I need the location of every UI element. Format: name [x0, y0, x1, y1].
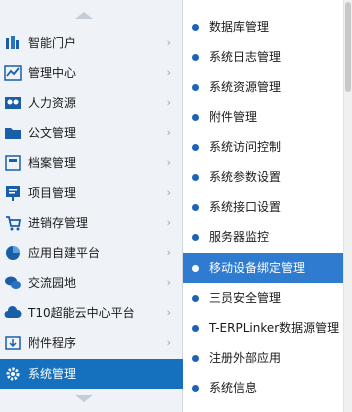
- sidebar-item-management-center[interactable]: 管理中心 ›: [0, 58, 183, 88]
- chevron-right-icon: ›: [166, 216, 171, 229]
- sidebar-item-portal[interactable]: 智能门户 ›: [0, 28, 183, 58]
- submenu-item-label: 数据库管理: [209, 20, 270, 34]
- project-icon: [6, 186, 20, 201]
- sidebar-item-archives[interactable]: 档案管理 ›: [0, 148, 183, 178]
- archive-icon: [5, 155, 21, 171]
- sidebar-item-cloud-center[interactable]: T10超能云中心平台 ›: [0, 298, 183, 328]
- submenu-item-label: 系统参数设置: [209, 170, 282, 184]
- submenu-item-attachments[interactable]: 附件管理: [183, 102, 343, 132]
- sidebar-item-accessories[interactable]: 附件程序 ›: [0, 328, 183, 358]
- submenu-item-label: 系统日志管理: [209, 50, 282, 64]
- submenu-item-label: 附件管理: [209, 110, 258, 124]
- submenu-item-three-member-security[interactable]: 三员安全管理: [183, 283, 343, 313]
- cloud-icon: [4, 305, 22, 318]
- bullet-icon: [192, 204, 199, 211]
- chevron-right-icon: ›: [166, 156, 171, 169]
- sidebar-item-label: 系统管理: [28, 367, 77, 381]
- submenu-item-label: 注册外部应用: [209, 351, 282, 365]
- sidebar-item-label: 人力资源: [28, 96, 77, 110]
- submenu-item-label: 三员安全管理: [209, 291, 282, 305]
- bullet-icon: [192, 265, 199, 272]
- submenu-item-database[interactable]: 数据库管理: [183, 12, 343, 42]
- bullet-icon: [192, 24, 199, 31]
- inventory-icon: [6, 216, 22, 231]
- submenu-item-system-resources[interactable]: 系统资源管理: [183, 72, 343, 102]
- bullet-icon: [192, 355, 199, 362]
- chevron-right-icon: ›: [166, 276, 171, 289]
- bullet-icon: [192, 84, 199, 91]
- sidebar-item-label: 应用自建平台: [28, 246, 101, 260]
- chevron-right-icon: ›: [166, 246, 171, 259]
- sidebar-item-projects[interactable]: 项目管理 ›: [0, 178, 183, 208]
- submenu-item-interface-settings[interactable]: 系统接口设置: [183, 192, 343, 222]
- sidebar-item-label: 档案管理: [28, 156, 77, 170]
- chevron-right-icon: ›: [166, 186, 171, 199]
- bullet-icon: [192, 295, 199, 302]
- sidebar-item-label: 管理中心: [28, 66, 77, 80]
- scroll-down-icon[interactable]: [75, 395, 93, 402]
- sidebar-item-system-management[interactable]: 系统管理: [0, 359, 183, 389]
- scrollbar-thumb[interactable]: [345, 2, 351, 92]
- chart-icon: [4, 65, 22, 81]
- submenu-item-label: 移动设备绑定管理: [209, 261, 306, 275]
- chevron-right-icon: ›: [166, 126, 171, 139]
- sidebar-item-label: 公文管理: [28, 126, 77, 140]
- submenu-item-access-control[interactable]: 系统访问控制: [183, 132, 343, 162]
- chevron-right-icon: ›: [166, 96, 171, 109]
- submenu-item-label: 系统信息: [209, 381, 258, 395]
- submenu-panel: 数据库管理 系统日志管理 系统资源管理 附件管理 系统访问控制 系统参数设置 系…: [183, 0, 352, 412]
- bullet-icon: [192, 234, 199, 241]
- folder-icon: [5, 128, 21, 139]
- sidebar-item-label: 附件程序: [28, 336, 77, 350]
- chevron-right-icon: ›: [166, 66, 171, 79]
- bullet-icon: [192, 114, 199, 121]
- chevron-right-icon: ›: [166, 36, 171, 49]
- submenu-item-mobile-binding[interactable]: 移动设备绑定管理: [183, 253, 343, 283]
- sidebar-item-label: 智能门户: [28, 36, 77, 50]
- submenu-item-label: 系统资源管理: [209, 80, 282, 94]
- sidebar-item-inventory[interactable]: 进销存管理 ›: [0, 208, 183, 238]
- gear-icon: [6, 367, 20, 381]
- portal-icon: [6, 36, 19, 49]
- chevron-right-icon: ›: [166, 336, 171, 349]
- bullet-icon: [192, 174, 199, 181]
- submenu-item-label: 系统访问控制: [209, 140, 282, 154]
- submenu-item-server-monitor[interactable]: 服务器监控: [183, 222, 343, 252]
- bullet-icon: [192, 144, 199, 151]
- submenu-item-system-params[interactable]: 系统参数设置: [183, 162, 343, 192]
- sidebar-item-label: 交流园地: [28, 276, 77, 290]
- chevron-right-icon: ›: [166, 306, 171, 319]
- submenu-item-erplinker[interactable]: T-ERPLinker数据源管理: [183, 313, 343, 343]
- submenu-item-label: 系统接口设置: [209, 200, 282, 214]
- sidebar-item-label: T10超能云中心平台: [28, 306, 135, 320]
- main-sidebar: 智能门户 › 管理中心 › 人力资源 › 公文管理 › 档案管理 › 项目管理 …: [0, 0, 183, 412]
- sidebar-item-label: 进销存管理: [28, 216, 89, 230]
- sidebar-item-label: 项目管理: [28, 186, 77, 200]
- bullet-icon: [192, 54, 199, 61]
- sidebar-item-app-platform[interactable]: 应用自建平台 ›: [0, 238, 183, 268]
- chat-icon: [5, 276, 21, 289]
- submenu-item-system-info[interactable]: 系统信息: [183, 373, 343, 403]
- submenu-scrollbar[interactable]: [343, 0, 352, 412]
- submenu-item-label: 服务器监控: [209, 230, 270, 244]
- bullet-icon: [192, 385, 199, 392]
- sidebar-item-forum[interactable]: 交流园地 ›: [0, 268, 183, 298]
- pie-icon: [6, 246, 20, 260]
- attachment-icon: [5, 336, 21, 350]
- bullet-icon: [192, 325, 199, 332]
- sidebar-item-documents[interactable]: 公文管理 ›: [0, 118, 183, 148]
- submenu-item-label: T-ERPLinker数据源管理: [209, 321, 340, 335]
- scroll-up-icon[interactable]: [75, 12, 93, 19]
- sidebar-item-hr[interactable]: 人力资源 ›: [0, 88, 183, 118]
- submenu-item-external-apps[interactable]: 注册外部应用: [183, 343, 343, 373]
- submenu-item-system-log[interactable]: 系统日志管理: [183, 42, 343, 72]
- people-icon: [5, 97, 21, 109]
